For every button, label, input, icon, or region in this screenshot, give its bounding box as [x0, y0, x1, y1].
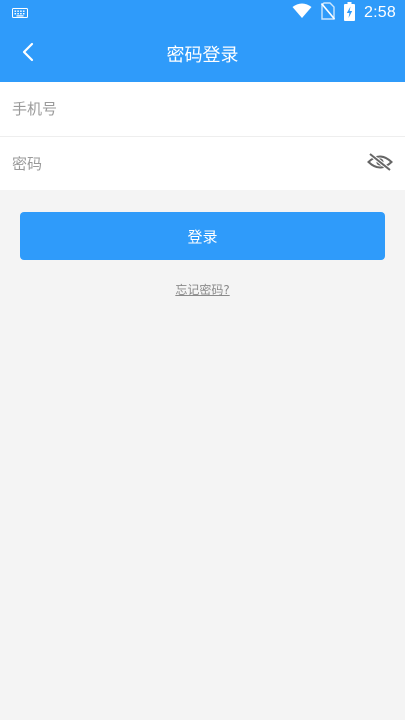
page-title: 密码登录 — [166, 45, 239, 66]
login-button-container: 登录 — [0, 190, 405, 260]
keyboard-icon — [12, 4, 28, 23]
chevron-left-icon — [21, 42, 35, 66]
wifi-icon — [292, 3, 312, 23]
status-time: 2:58 — [364, 4, 396, 21]
phone-row — [0, 82, 405, 136]
status-bar: 2:58 — [0, 0, 405, 26]
app-header: 密码登录 — [0, 26, 405, 82]
battery-charging-icon — [344, 1, 356, 25]
eye-off-icon — [367, 151, 393, 176]
phone-input[interactable] — [12, 82, 393, 136]
password-input[interactable] — [12, 137, 366, 190]
password-visibility-toggle[interactable] — [366, 150, 394, 178]
password-row — [0, 136, 405, 190]
back-button[interactable] — [8, 34, 48, 74]
no-sim-icon — [320, 2, 336, 24]
forgot-password-link[interactable]: 忘记密码? — [175, 283, 229, 297]
forgot-password-container: 忘记密码? — [0, 279, 405, 298]
login-button[interactable]: 登录 — [20, 212, 385, 260]
login-form — [0, 82, 405, 190]
login-screen: 2:58 密码登录 手机号 登录 忘记密码? — [0, 0, 405, 720]
